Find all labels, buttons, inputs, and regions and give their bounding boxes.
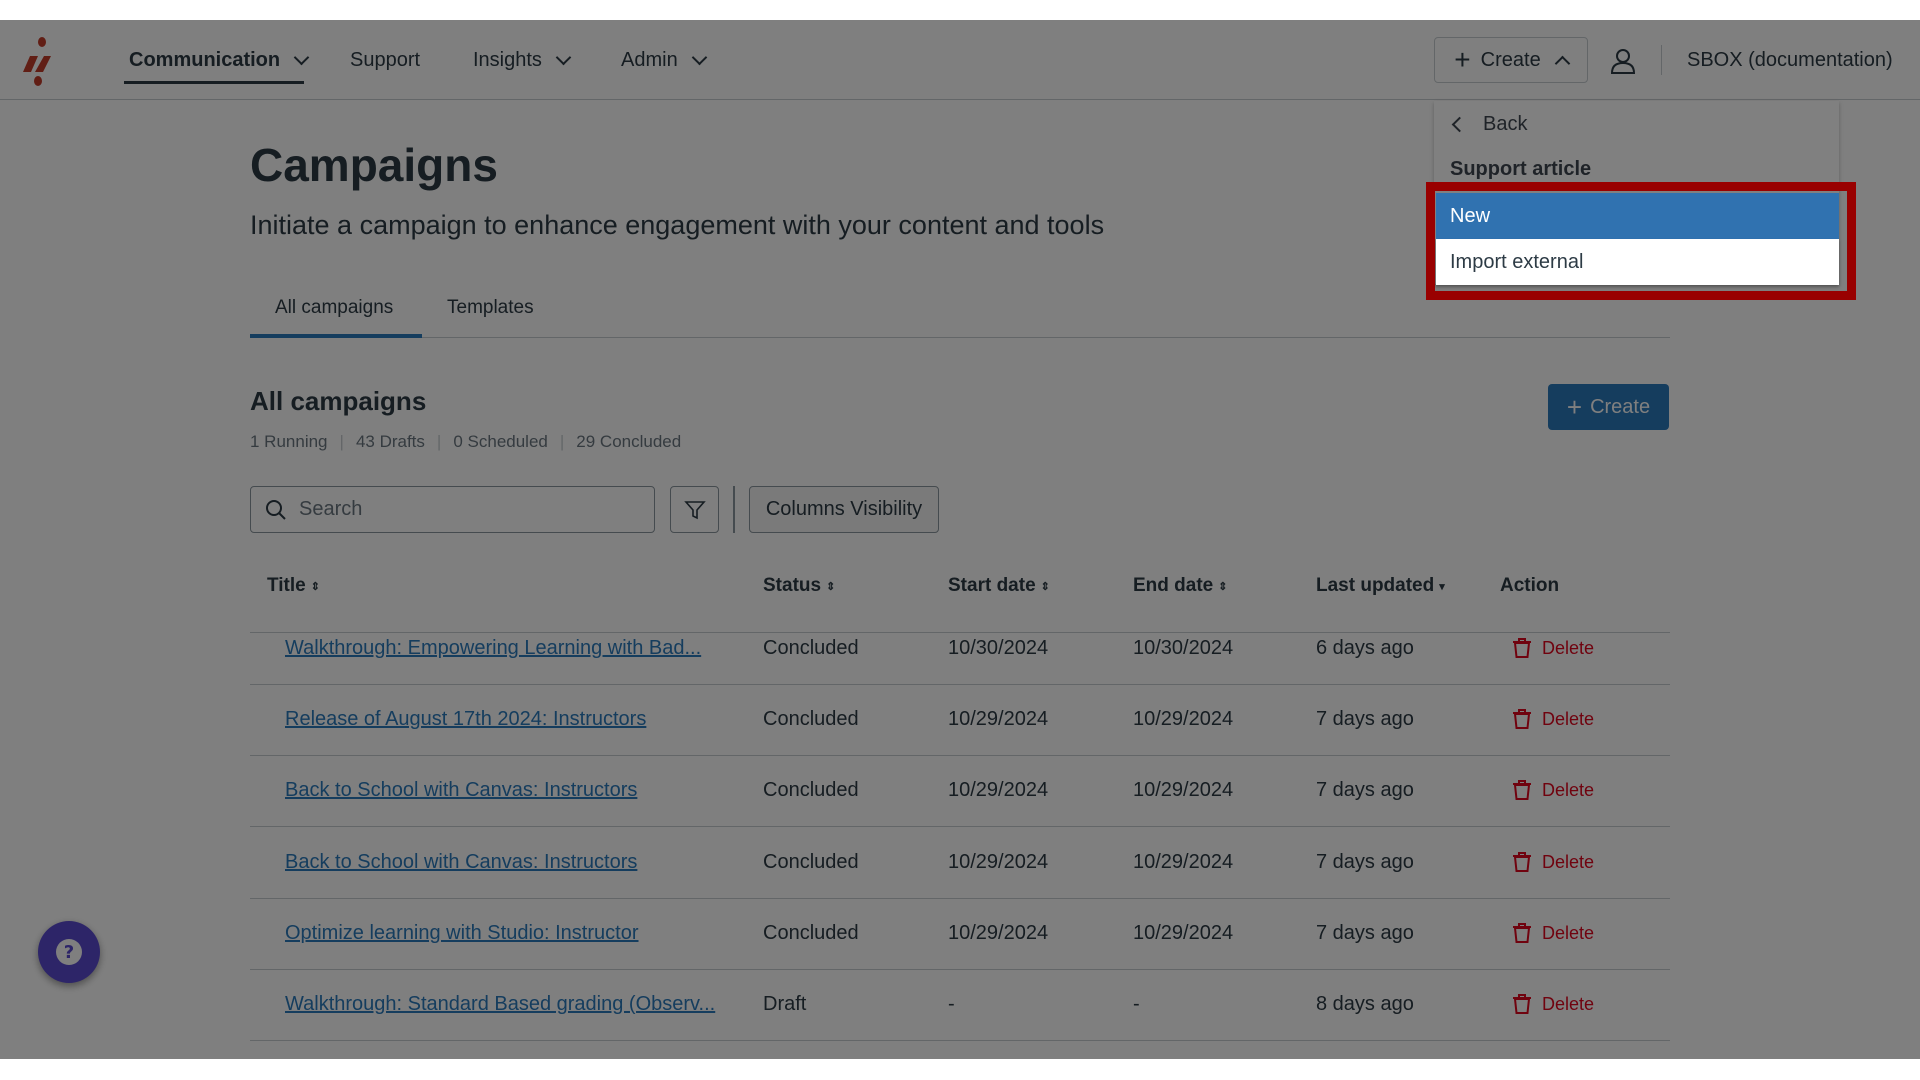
chevron-left-icon — [1451, 116, 1468, 132]
menu-back-button[interactable]: Back — [1436, 101, 1839, 147]
annotation-highlight-box — [1426, 182, 1856, 300]
back-label: Back — [1483, 112, 1528, 135]
